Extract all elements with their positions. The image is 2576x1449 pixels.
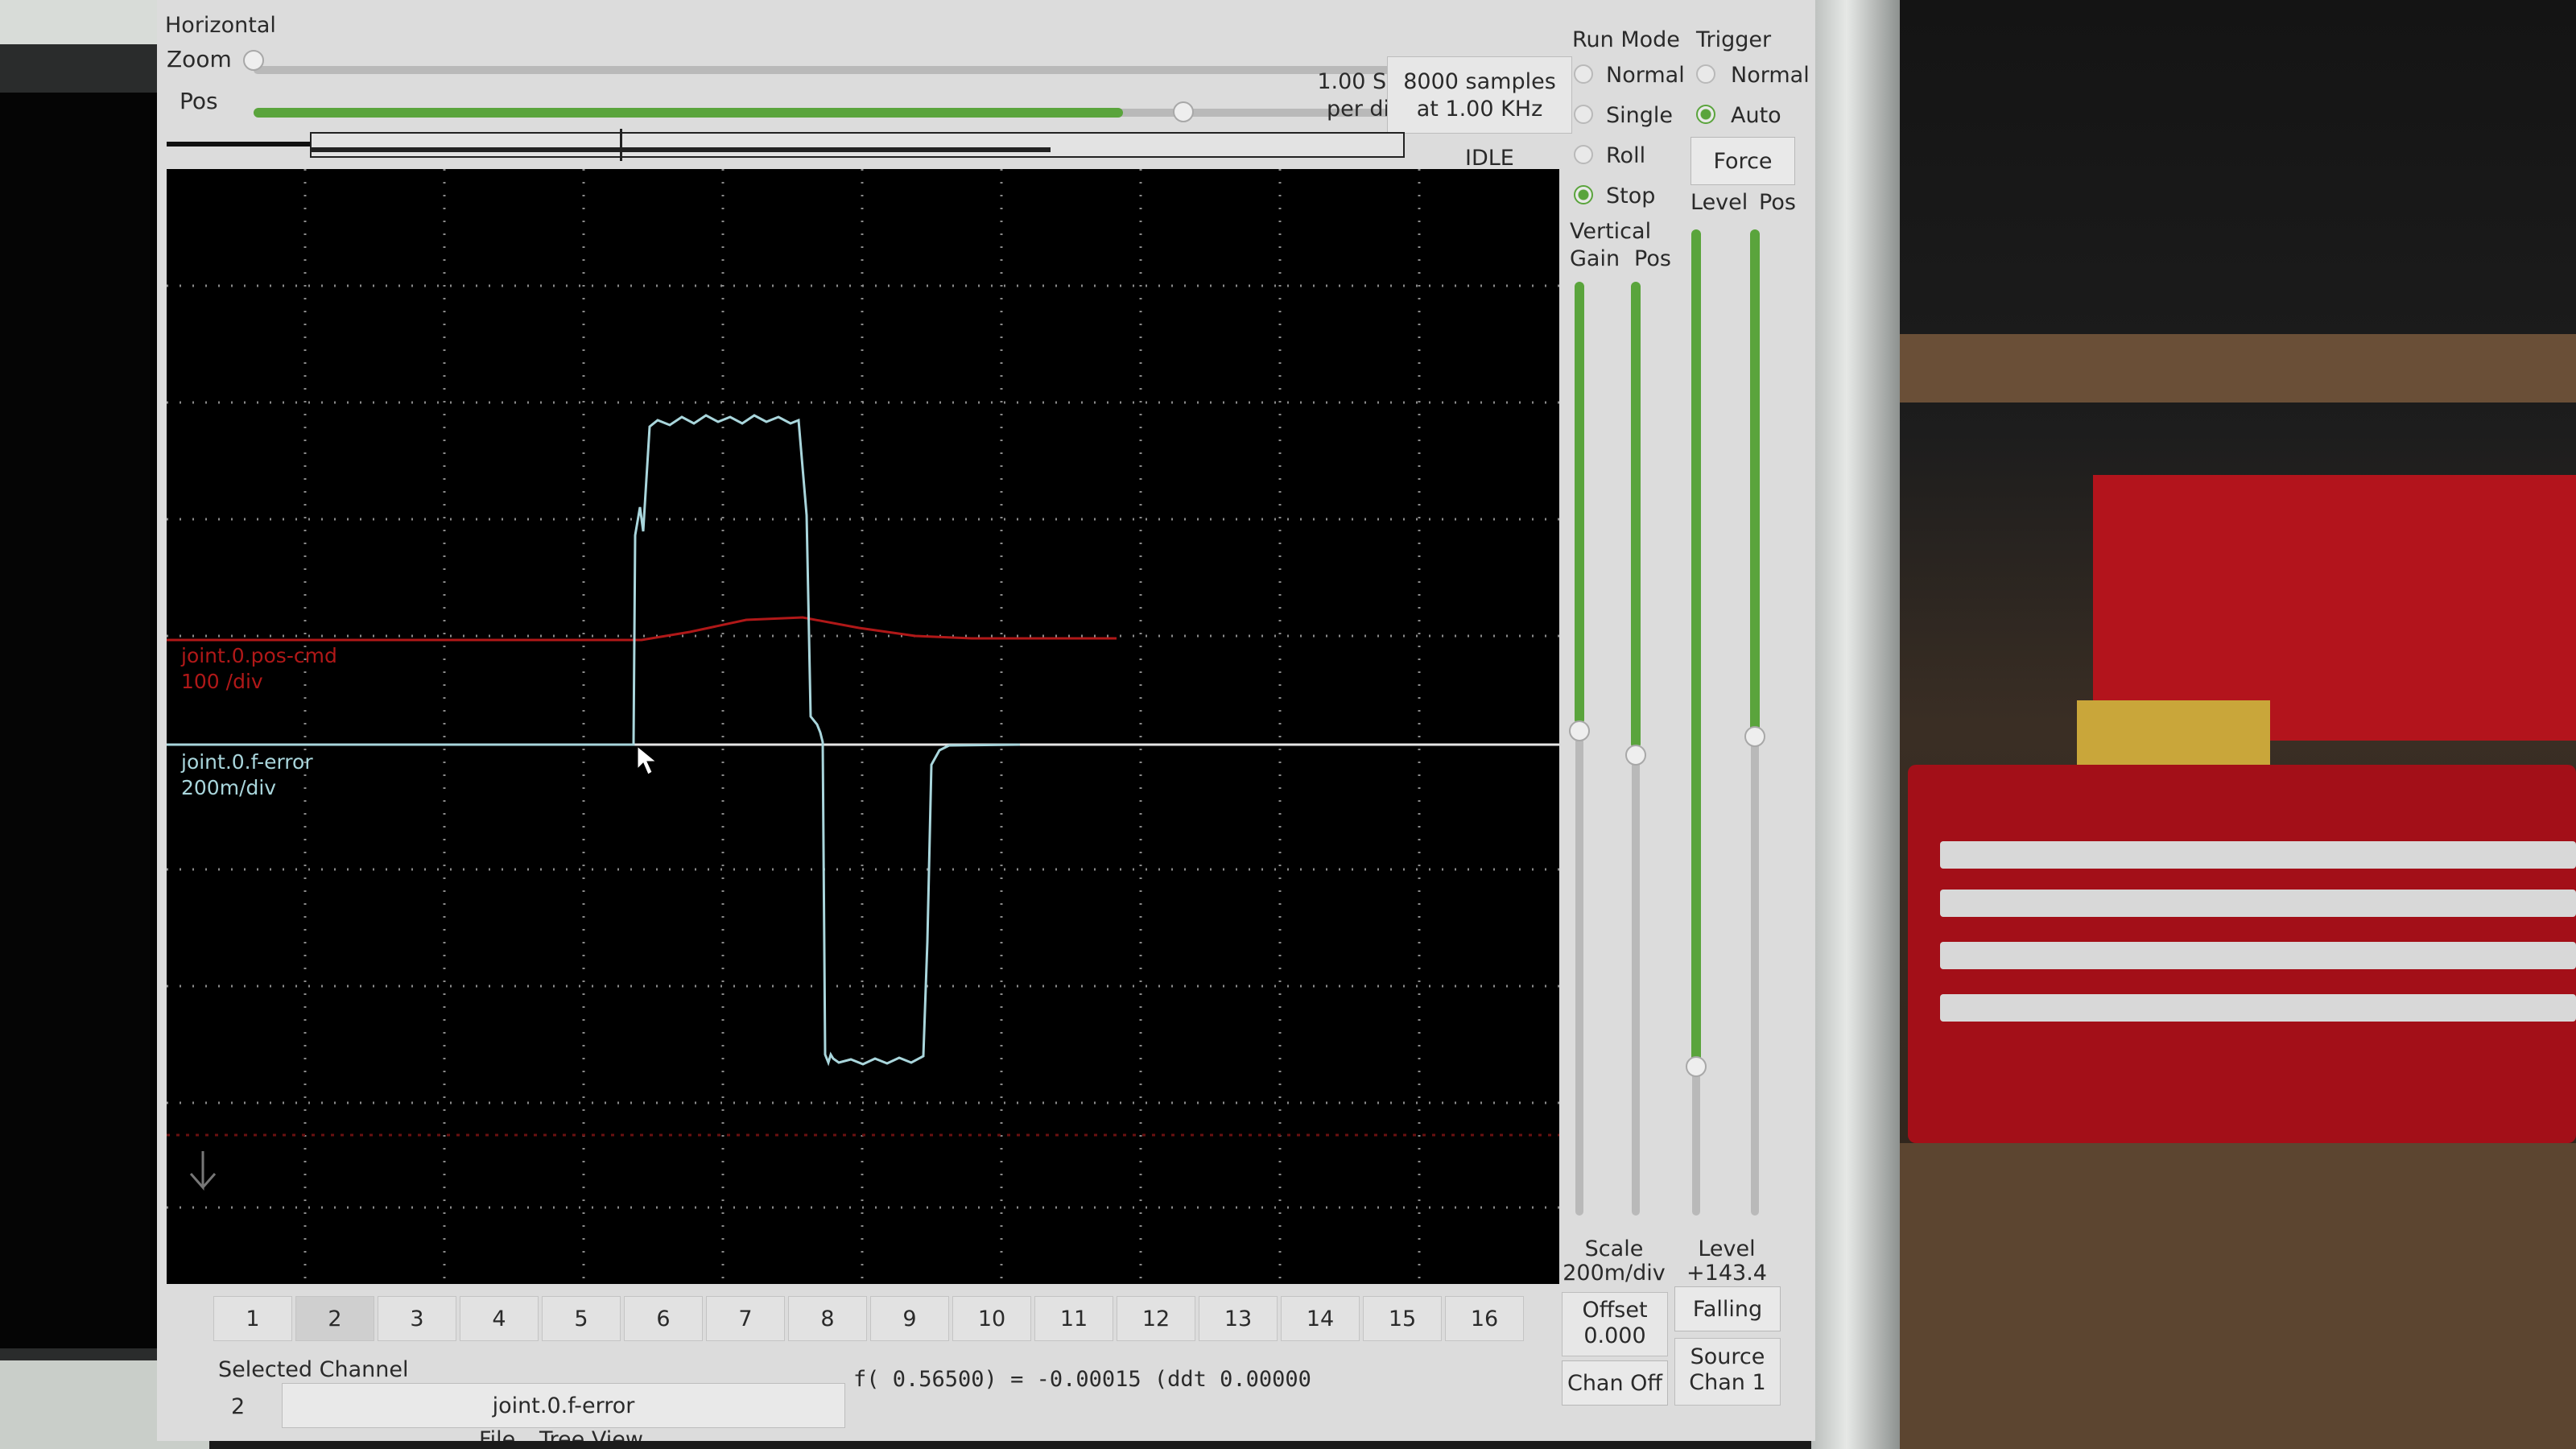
trigger-pos-label: Pos <box>1759 190 1796 215</box>
offset-label: Offset <box>1582 1298 1648 1323</box>
channel-tab-5[interactable]: 5 <box>542 1296 621 1341</box>
run-mode-normal-label: Normal <box>1606 63 1685 88</box>
trigger-level-label: Level <box>1690 190 1748 215</box>
pos-cmd-trace-name: joint.0.pos-cmd <box>181 644 337 667</box>
photo-background-left-top <box>0 0 161 44</box>
samples-line1: 8000 samples <box>1403 69 1556 94</box>
trigger-level-text: Level <box>1698 1236 1756 1261</box>
channel-tab-3[interactable]: 3 <box>378 1296 456 1341</box>
photo-drawer <box>1940 942 2576 969</box>
channel-tab-7[interactable]: 7 <box>706 1296 785 1341</box>
trigger-normal-radio[interactable] <box>1696 64 1715 84</box>
force-trigger-button[interactable]: Force <box>1690 137 1795 185</box>
scale-label: Scale <box>1584 1236 1644 1261</box>
run-mode-stop-radio[interactable] <box>1574 185 1593 204</box>
cursor-readout: f( 0.56500) = -0.00015 (ddt 0.00000 <box>853 1367 1311 1392</box>
vertical-pos-label: Pos <box>1634 246 1671 271</box>
selected-channel-name: joint.0.f-error <box>492 1393 635 1418</box>
trigger-level-slider-knob[interactable] <box>1686 1056 1707 1077</box>
menu-file[interactable]: File <box>479 1429 515 1441</box>
photo-shelf <box>1884 334 2576 402</box>
pos-slider-fill <box>254 108 1123 118</box>
gain-slider-fill <box>1575 282 1584 724</box>
trigger-cursor-icon <box>637 747 655 775</box>
channel-tab-16[interactable]: 16 <box>1445 1296 1524 1341</box>
f-error-trace <box>167 414 1021 1067</box>
pos-label: Pos <box>180 88 218 114</box>
channel-tab-11[interactable]: 11 <box>1034 1296 1113 1341</box>
f-error-trace-name: joint.0.f-error <box>181 750 313 774</box>
trigger-edge-button[interactable]: Falling <box>1674 1286 1781 1331</box>
samples-line2: at 1.00 KHz <box>1416 97 1543 122</box>
run-mode-title: Run Mode <box>1572 27 1680 52</box>
channel-tab-6[interactable]: 6 <box>624 1296 703 1341</box>
record-captured-bar <box>310 147 1051 152</box>
monitor-bezel <box>1811 0 1900 1449</box>
trigger-pos-slider-knob[interactable] <box>1744 726 1765 747</box>
photo-yellow-box <box>2077 700 2270 765</box>
record-position-marker <box>620 129 622 161</box>
channel-tab-4[interactable]: 4 <box>460 1296 539 1341</box>
pos-cmd-trace-scale: 100 /div <box>181 670 263 693</box>
channel-tab-15[interactable]: 15 <box>1363 1296 1442 1341</box>
channel-tab-13[interactable]: 13 <box>1199 1296 1278 1341</box>
chan-off-button[interactable]: Chan Off <box>1562 1360 1668 1406</box>
halscope-window: Horizontal Zoom Pos 1.00 Sec per div 800… <box>157 0 1815 1441</box>
photo-drawer <box>1940 994 2576 1022</box>
pos-slider-knob[interactable] <box>1173 101 1194 122</box>
vertical-gain-label: Gain <box>1570 246 1620 271</box>
vertical-pos-slider-knob[interactable] <box>1625 745 1646 766</box>
menu-tree-view[interactable]: Tree View <box>539 1429 643 1441</box>
vertical-pos-slider-fill <box>1631 282 1641 749</box>
offset-value: 0.000 <box>1583 1323 1646 1348</box>
sample-rate-box <box>1387 56 1572 134</box>
photo-drawer <box>1940 890 2576 917</box>
zoom-slider-track[interactable] <box>254 66 1401 74</box>
trigger-down-arrow-icon <box>189 1151 217 1191</box>
trigger-pos-slider-fill <box>1750 229 1760 733</box>
trigger-level-slider-fill <box>1691 229 1701 1063</box>
channel-tab-1[interactable]: 1 <box>213 1296 292 1341</box>
scale-value: 200m/div <box>1563 1261 1666 1286</box>
graticule <box>167 169 1559 1284</box>
channel-tab-12[interactable]: 12 <box>1117 1296 1195 1341</box>
run-mode-roll-radio[interactable] <box>1574 145 1593 164</box>
horizontal-title: Horizontal <box>165 13 276 38</box>
trigger-source-line1: Source <box>1690 1344 1765 1369</box>
channel-tab-2[interactable]: 2 <box>295 1296 374 1341</box>
photo-drawer <box>1940 841 2576 869</box>
status-text: IDLE <box>1465 146 1514 171</box>
trigger-auto-radio[interactable] <box>1696 105 1715 124</box>
channel-tab-8[interactable]: 8 <box>788 1296 867 1341</box>
trigger-source-line2: Chan 1 <box>1689 1370 1766 1395</box>
zoom-label: Zoom <box>167 46 232 72</box>
channel-tab-10[interactable]: 10 <box>952 1296 1031 1341</box>
channel-tab-14[interactable]: 14 <box>1281 1296 1360 1341</box>
channel-tab-9[interactable]: 9 <box>870 1296 949 1341</box>
run-mode-normal-radio[interactable] <box>1574 64 1593 84</box>
trigger-level-value: +143.4 <box>1686 1261 1767 1286</box>
scope-display[interactable]: joint.0.pos-cmd 100 /div joint.0.f-error… <box>167 169 1559 1284</box>
trigger-title: Trigger <box>1696 27 1772 52</box>
run-mode-stop-label: Stop <box>1606 184 1656 208</box>
trigger-auto-label: Auto <box>1731 103 1781 128</box>
zoom-slider-knob[interactable] <box>243 50 264 71</box>
selected-channel-number: 2 <box>231 1394 246 1419</box>
vertical-title: Vertical <box>1570 219 1652 244</box>
scope-plot <box>167 169 1559 1284</box>
f-error-trace-scale: 200m/div <box>181 776 277 799</box>
trigger-normal-label: Normal <box>1731 63 1810 88</box>
run-mode-single-radio[interactable] <box>1574 105 1593 124</box>
selected-channel-title: Selected Channel <box>218 1357 409 1382</box>
record-window[interactable] <box>310 132 1405 158</box>
run-mode-single-label: Single <box>1606 103 1674 128</box>
photo-workbench <box>1884 1143 2576 1449</box>
gain-slider-knob[interactable] <box>1569 720 1590 741</box>
run-mode-roll-label: Roll <box>1606 143 1646 168</box>
